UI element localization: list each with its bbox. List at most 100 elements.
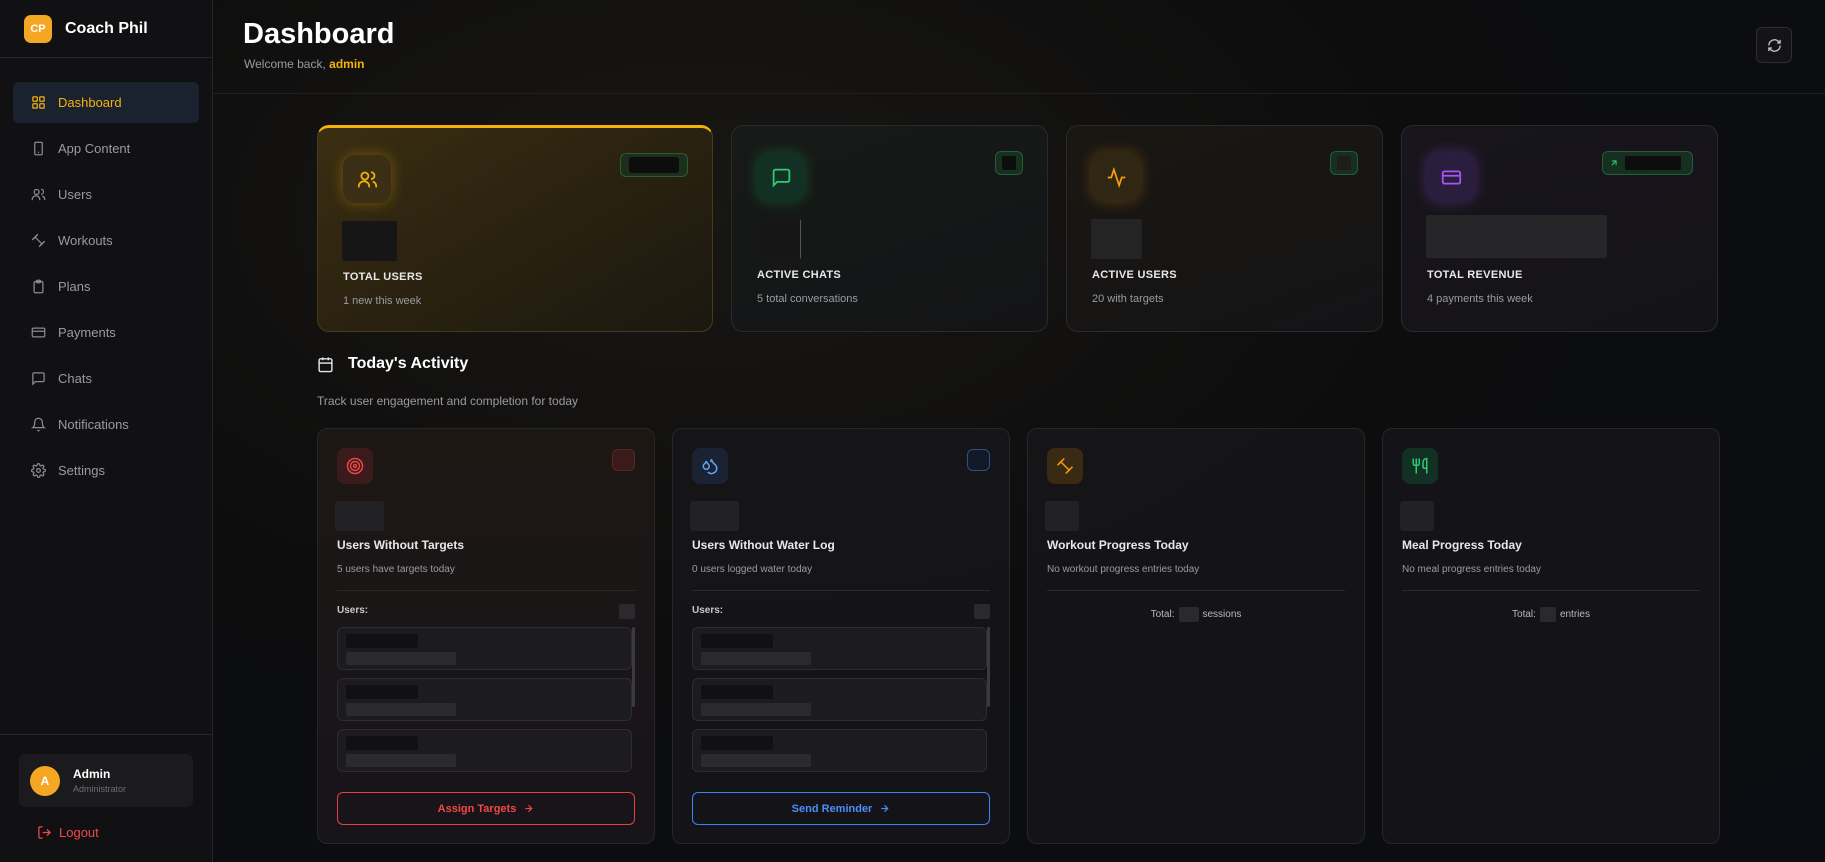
- sidebar-item-payments[interactable]: Payments: [13, 312, 199, 353]
- users-icon: [343, 155, 391, 203]
- stat-card-total-revenue[interactable]: TOTAL REVENUE 4 payments this week: [1401, 125, 1718, 332]
- sidebar-nav: Dashboard App Content Users Workouts Pla…: [0, 58, 212, 491]
- divider: [692, 590, 990, 591]
- main-content: Dashboard Welcome back, admin TOTAL USER…: [213, 0, 1825, 862]
- user-card[interactable]: A Admin Administrator: [19, 754, 193, 807]
- stat-sub: 1 new this week: [343, 295, 422, 307]
- logout-icon: [38, 826, 52, 839]
- logout-label: Logout: [59, 825, 99, 840]
- value-placeholder: [690, 501, 739, 531]
- activity-icon: [1092, 153, 1140, 201]
- user-list[interactable]: [337, 627, 635, 777]
- send-reminder-button[interactable]: Send Reminder: [692, 792, 990, 825]
- sidebar-item-label: Users: [58, 187, 92, 202]
- list-item[interactable]: [337, 678, 632, 721]
- stat-sub: 20 with targets: [1092, 293, 1164, 305]
- activity-card-water: Users Without Water Log 0 users logged w…: [672, 428, 1010, 844]
- dumbbell-icon: [1047, 448, 1083, 484]
- sidebar-item-chats[interactable]: Chats: [13, 358, 199, 399]
- stat-card-active-users[interactable]: ACTIVE USERS 20 with targets: [1066, 125, 1383, 332]
- sidebar-item-users[interactable]: Users: [13, 174, 199, 215]
- brand-name: Coach Phil: [65, 19, 148, 37]
- refresh-button[interactable]: [1756, 27, 1792, 63]
- card-title: Users Without Targets: [337, 538, 465, 552]
- card-title: Meal Progress Today: [1402, 538, 1522, 552]
- sidebar-item-workouts[interactable]: Workouts: [13, 220, 199, 261]
- stat-value-placeholder: [1091, 219, 1142, 259]
- welcome-text: Welcome back, admin: [244, 57, 365, 71]
- trend-badge: [995, 151, 1023, 175]
- card-title: Users Without Water Log: [692, 538, 835, 552]
- message-icon: [30, 371, 46, 387]
- stat-label: TOTAL USERS: [343, 271, 423, 283]
- stat-sub: 5 total conversations: [757, 293, 858, 305]
- value-placeholder: [1400, 501, 1434, 531]
- brand-logo: CP: [24, 14, 52, 43]
- sidebar-item-notifications[interactable]: Notifications: [13, 404, 199, 445]
- count-badge: [967, 449, 990, 471]
- brand: CP Coach Phil: [0, 0, 212, 58]
- sidebar-item-settings[interactable]: Settings: [13, 450, 199, 491]
- stat-sub: 4 payments this week: [1427, 293, 1533, 305]
- list-item[interactable]: [337, 627, 632, 670]
- trend-up-icon: [1611, 160, 1617, 166]
- sidebar-item-label: App Content: [58, 141, 131, 156]
- total-suffix: sessions: [1202, 609, 1242, 620]
- scrollbar[interactable]: [987, 627, 990, 707]
- button-label: Assign Targets: [437, 802, 517, 815]
- total-prefix: Total:: [1512, 609, 1536, 620]
- count-badge: [612, 449, 635, 471]
- sidebar-item-label: Workouts: [58, 233, 113, 248]
- user-list[interactable]: [692, 627, 990, 777]
- activity-card-targets: Users Without Targets 5 users have targe…: [317, 428, 655, 844]
- gear-icon: [30, 463, 46, 479]
- activity-card-meal: Meal Progress Today No meal progress ent…: [1382, 428, 1720, 844]
- trend-badge: [620, 153, 688, 177]
- sidebar-item-label: Chats: [58, 371, 92, 386]
- grid-icon: [30, 95, 46, 111]
- calendar-icon: [318, 356, 333, 372]
- user-name: Admin: [73, 767, 111, 781]
- scrollbar[interactable]: [632, 627, 635, 707]
- welcome-prefix: Welcome back,: [244, 57, 330, 71]
- card-subtitle: 0 users logged water today: [692, 564, 813, 575]
- sidebar-item-label: Dashboard: [58, 95, 122, 110]
- sidebar-item-label: Settings: [58, 463, 105, 478]
- users-count-placeholder: [974, 604, 990, 619]
- list-item[interactable]: [692, 678, 987, 721]
- users-count-placeholder: [619, 604, 635, 619]
- droplets-icon: [692, 448, 728, 484]
- section-title: Today's Activity: [317, 355, 468, 373]
- stat-value-placeholder: [1426, 215, 1607, 258]
- sidebar-item-dashboard[interactable]: Dashboard: [13, 82, 199, 123]
- activity-card-workout: Workout Progress Today No workout progre…: [1027, 428, 1365, 844]
- sidebar-item-plans[interactable]: Plans: [13, 266, 199, 307]
- trend-badge: [1602, 151, 1693, 175]
- section-title-text: Today's Activity: [348, 355, 469, 372]
- total-suffix: entries: [1559, 609, 1590, 620]
- logout-button[interactable]: Logout: [37, 825, 212, 840]
- button-label: Send Reminder: [791, 802, 873, 815]
- sidebar: CP Coach Phil Dashboard App Content User…: [0, 0, 213, 862]
- sidebar-footer: A Admin Administrator Logout: [0, 734, 212, 862]
- stat-label: ACTIVE CHATS: [757, 269, 842, 281]
- dumbbell-icon: [30, 233, 46, 249]
- stat-card-total-users[interactable]: TOTAL USERS 1 new this week: [317, 125, 713, 332]
- user-role: Administrator: [73, 784, 127, 794]
- total-value-placeholder: [1178, 607, 1199, 622]
- list-item[interactable]: [692, 627, 987, 670]
- stat-card-active-chats[interactable]: ACTIVE CHATS 5 total conversations: [731, 125, 1048, 332]
- total-value-placeholder: [1539, 607, 1556, 622]
- bell-icon: [30, 417, 46, 433]
- assign-targets-button[interactable]: Assign Targets: [337, 792, 635, 825]
- list-item[interactable]: [692, 729, 987, 772]
- sidebar-item-app-content[interactable]: App Content: [13, 128, 199, 169]
- arrow-right-icon: [881, 804, 889, 813]
- credit-card-icon: [1427, 153, 1475, 201]
- section-subtitle: Track user engagement and completion for…: [317, 394, 579, 408]
- users-icon: [30, 187, 46, 203]
- value-placeholder: [1045, 501, 1079, 531]
- list-item[interactable]: [337, 729, 632, 772]
- target-icon: [337, 448, 373, 484]
- divider: [337, 590, 635, 591]
